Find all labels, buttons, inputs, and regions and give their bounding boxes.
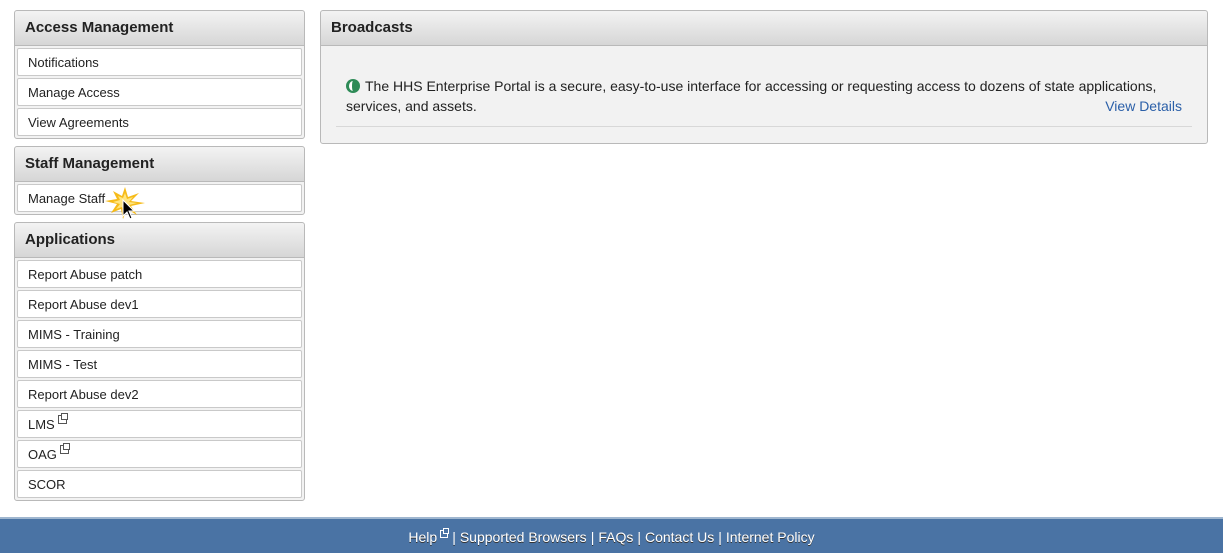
app-item-scor[interactable]: SCOR — [17, 470, 302, 498]
access-management-panel: Access Management Notifications Manage A… — [14, 10, 305, 139]
broadcasts-heading: Broadcasts — [321, 11, 1207, 46]
view-details-link[interactable]: View Details — [1105, 96, 1182, 116]
external-link-icon — [440, 528, 450, 538]
nav-item-manage-staff[interactable]: Manage Staff — [17, 184, 302, 212]
footer-supported-browsers-link[interactable]: Supported Browsers — [460, 529, 587, 545]
staff-management-heading: Staff Management — [15, 147, 304, 182]
app-item-report-abuse-dev2[interactable]: Report Abuse dev2 — [17, 380, 302, 408]
broadcast-message: The HHS Enterprise Portal is a secure, e… — [346, 78, 1157, 114]
footer: Help | Supported Browsers | FAQs | Contact Us |… — [0, 517, 1223, 553]
app-item-mims-training[interactable]: MIMS - Training — [17, 320, 302, 348]
nav-item-manage-access[interactable]: Manage Access — [17, 78, 302, 106]
app-item-oag[interactable]: OAG — [17, 440, 302, 468]
footer-help-label: Help — [408, 529, 438, 545]
external-link-icon — [57, 413, 68, 424]
footer-separator: | — [452, 529, 456, 545]
access-management-heading: Access Management — [15, 11, 304, 46]
app-item-mims-test[interactable]: MIMS - Test — [17, 350, 302, 378]
app-item-report-abuse-patch[interactable]: Report Abuse patch — [17, 260, 302, 288]
app-item-lms-label: LMS — [28, 417, 55, 432]
applications-heading: Applications — [15, 223, 304, 258]
app-item-report-abuse-dev1[interactable]: Report Abuse dev1 — [17, 290, 302, 318]
broadcasts-panel: Broadcasts The HHS Enterprise Portal is … — [320, 10, 1208, 144]
footer-faqs-link[interactable]: FAQs — [598, 529, 633, 545]
nav-item-view-agreements[interactable]: View Agreements — [17, 108, 302, 136]
staff-management-panel: Staff Management Manage Staff — [14, 146, 305, 215]
globe-icon — [346, 79, 360, 93]
footer-contact-us-link[interactable]: Contact Us — [645, 529, 714, 545]
footer-internet-policy-link[interactable]: Internet Policy — [726, 529, 815, 545]
nav-item-notifications[interactable]: Notifications — [17, 48, 302, 76]
footer-help-link[interactable]: Help — [408, 528, 450, 545]
app-item-lms[interactable]: LMS — [17, 410, 302, 438]
footer-separator: | — [590, 529, 595, 545]
footer-separator: | — [637, 529, 641, 545]
app-item-oag-label: OAG — [28, 447, 57, 462]
footer-separator: | — [718, 529, 722, 545]
sidebar: Access Management Notifications Manage A… — [14, 10, 305, 508]
broadcast-item: The HHS Enterprise Portal is a secure, e… — [336, 66, 1192, 127]
external-link-icon — [59, 443, 70, 454]
applications-panel: Applications Report Abuse patch Report A… — [14, 222, 305, 501]
